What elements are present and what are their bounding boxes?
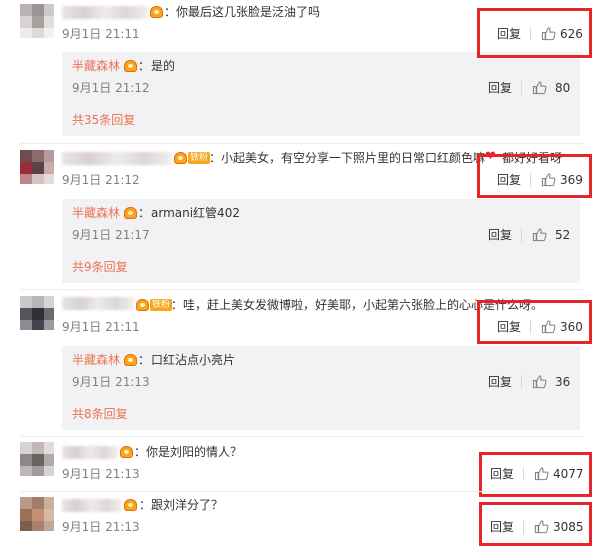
reply-thread: 半藏森林 ： 口红沾点小亮片 9月1日 21:13 回复 36 共8条回复 (62, 346, 580, 430)
comment-colon: ： (139, 498, 152, 512)
reply-time: 9月1日 21:13 (72, 375, 150, 389)
reply-author-name[interactable]: 半藏森林 (72, 58, 120, 74)
reply-colon: ： (138, 353, 151, 367)
like-count: 80 (555, 81, 571, 95)
avatar[interactable] (20, 4, 54, 38)
reply-colon: ： (138, 206, 151, 220)
comment-time: 9月1日 21:13 (62, 520, 140, 534)
highlight-box (477, 154, 592, 198)
avatar[interactable] (20, 497, 54, 531)
comment-divider (20, 143, 585, 144)
comment-divider (20, 436, 585, 437)
comment-text: 跟刘洋分了？ (151, 498, 224, 512)
comment-colon: ： (171, 298, 184, 312)
avatar[interactable] (20, 296, 54, 330)
thumbs-up-icon[interactable] (532, 80, 547, 95)
highlight-box (477, 300, 592, 344)
reply-button[interactable]: 回复 (488, 80, 512, 96)
vip-badge-icon (136, 299, 149, 311)
highlight-box (477, 8, 592, 58)
thumbs-up-icon[interactable] (532, 374, 547, 389)
comment-text: 小起美女，有空分享一下照片里的日常口红颜色嘛 (221, 151, 486, 165)
reply-text: 是的 (151, 59, 176, 73)
fan-badge: 铁粉 (188, 152, 211, 164)
more-replies-link[interactable]: 共8条回复 (72, 406, 128, 422)
like-count: 36 (555, 375, 571, 389)
comment-time: 9月1日 21:12 (62, 173, 140, 187)
action-divider (521, 81, 522, 95)
username-blurred[interactable] (62, 499, 122, 512)
avatar[interactable] (20, 442, 54, 476)
comment-time: 9月1日 21:11 (62, 320, 140, 334)
comment-colon: ： (164, 5, 177, 19)
action-divider (521, 228, 522, 242)
vip-badge-icon (124, 207, 137, 219)
avatar[interactable] (20, 150, 54, 184)
comment-colon: ： (134, 445, 147, 459)
like-count: 52 (555, 228, 571, 242)
comment-divider (20, 491, 585, 492)
username-blurred[interactable] (62, 297, 134, 310)
comment-text: 你是刘阳的情人？ (146, 445, 243, 459)
reply-author-name[interactable]: 半藏森林 (72, 205, 120, 221)
vip-badge-icon (124, 354, 137, 366)
fan-badge: 铁粉 (150, 299, 173, 311)
action-divider (521, 375, 522, 389)
thumbs-up-icon[interactable] (532, 227, 547, 242)
reply-text: 口红沾点小亮片 (151, 353, 236, 367)
reply-author-name[interactable]: 半藏森林 (72, 352, 120, 368)
reply-colon: ： (138, 59, 151, 73)
reply-thread: 半藏森林 ： 是的 9月1日 21:12 回复 80 共35条回复 (62, 52, 580, 136)
reply-text: armani红管402 (151, 206, 240, 220)
comment-time: 9月1日 21:11 (62, 27, 140, 41)
reply-thread: 半藏森林 ： armani红管402 9月1日 21:17 回复 52 共9条回… (62, 199, 580, 283)
reply-time: 9月1日 21:17 (72, 228, 150, 242)
comment-time: 9月1日 21:13 (62, 467, 140, 481)
username-blurred[interactable] (62, 152, 172, 165)
vip-badge-icon (150, 6, 163, 18)
reply-time: 9月1日 21:12 (72, 81, 150, 95)
comment-divider (20, 289, 585, 290)
vip-badge-icon (120, 446, 133, 458)
highlight-box (479, 502, 592, 546)
vip-badge-icon (124, 499, 137, 511)
reply-button[interactable]: 回复 (488, 227, 512, 243)
comment-text: 你最后这几张脸是泛油了吗 (176, 5, 321, 19)
username-blurred[interactable] (62, 6, 148, 19)
reply-button[interactable]: 回复 (488, 374, 512, 390)
more-replies-link[interactable]: 共9条回复 (72, 259, 128, 275)
more-replies-link[interactable]: 共35条回复 (72, 112, 135, 128)
vip-badge-icon (174, 152, 187, 164)
vip-badge-icon (124, 60, 137, 72)
comment-colon: ： (209, 151, 222, 165)
username-blurred[interactable] (62, 446, 118, 459)
